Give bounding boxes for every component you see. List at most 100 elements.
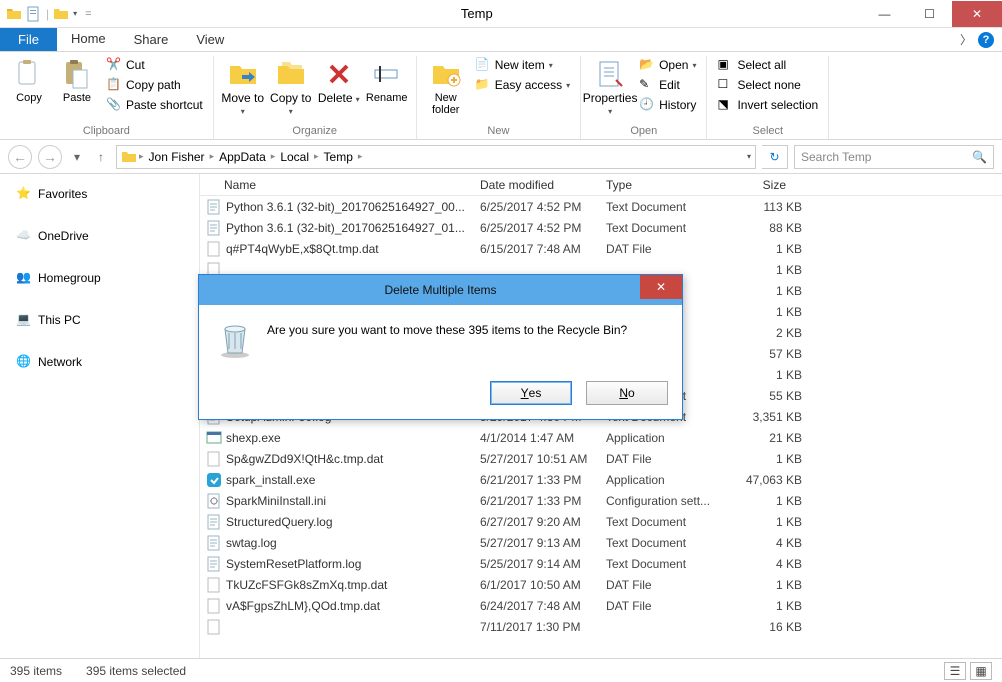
- file-name: Sp&gwZDd9X!QtH&c.tmp.dat: [226, 452, 480, 466]
- file-row[interactable]: q#PT4qWybE,x$8Qt.tmp.dat6/15/2017 7:48 A…: [200, 238, 1002, 259]
- recent-locations-button[interactable]: ▾: [68, 150, 86, 164]
- file-size: 1 KB: [726, 515, 802, 529]
- paste-shortcut-button[interactable]: 📎Paste shortcut: [102, 96, 207, 114]
- file-row[interactable]: spark_install.exe6/21/2017 1:33 PMApplic…: [200, 469, 1002, 490]
- file-row[interactable]: SparkMiniInstall.ini6/21/2017 1:33 PMCon…: [200, 490, 1002, 511]
- recycle-bin-icon: [217, 319, 253, 359]
- delete-button[interactable]: Delete ▾: [316, 56, 362, 105]
- sidebar-thispc[interactable]: 💻 This PC: [16, 308, 199, 332]
- file-row[interactable]: SystemResetPlatform.log5/25/2017 9:14 AM…: [200, 553, 1002, 574]
- sidebar-homegroup[interactable]: 👥 Homegroup: [16, 266, 199, 290]
- file-type: Text Document: [606, 557, 726, 571]
- easy-access-button[interactable]: 📁Easy access ▾: [471, 76, 574, 94]
- copy-path-button[interactable]: 📋Copy path: [102, 76, 207, 94]
- minimize-button[interactable]: —: [862, 1, 907, 27]
- file-type: DAT File: [606, 452, 726, 466]
- delete-dialog: Delete Multiple Items ✕ Are you sure you…: [198, 274, 683, 420]
- new-item-button[interactable]: 📄New item ▾: [471, 56, 574, 74]
- crumb-2[interactable]: Local: [277, 150, 312, 164]
- move-to-button[interactable]: Move to ▾: [220, 56, 266, 117]
- edit-button[interactable]: ✎Edit: [635, 76, 700, 94]
- file-size: 113 KB: [726, 200, 802, 214]
- open-button[interactable]: 📂Open ▾: [635, 56, 700, 74]
- close-button[interactable]: ✕: [952, 1, 1002, 27]
- file-size: 1 KB: [726, 242, 802, 256]
- sidebar-favorites[interactable]: ⭐ Favorites: [16, 182, 199, 206]
- file-type: DAT File: [606, 578, 726, 592]
- select-all-button[interactable]: ▣Select all: [713, 56, 822, 74]
- file-row[interactable]: Sp&gwZDd9X!QtH&c.tmp.dat5/27/2017 10:51 …: [200, 448, 1002, 469]
- help-icon[interactable]: ?: [978, 32, 994, 48]
- titlebar: | ▾ = Temp — ☐ ✕: [0, 0, 1002, 28]
- file-list[interactable]: Python 3.6.1 (32-bit)_20170625164927_00.…: [200, 196, 1002, 658]
- file-icon: [206, 535, 222, 551]
- home-tab[interactable]: Home: [57, 28, 120, 51]
- no-button[interactable]: No: [586, 381, 668, 405]
- search-icon: 🔍: [972, 150, 987, 164]
- details-view-button[interactable]: ☰: [944, 662, 966, 680]
- invert-icon: ⬔: [717, 97, 733, 113]
- yes-button[interactable]: Yes: [490, 381, 572, 405]
- qat-dropdown-icon[interactable]: ▾: [73, 9, 77, 18]
- file-type: Text Document: [606, 515, 726, 529]
- back-button[interactable]: ←: [8, 145, 32, 169]
- col-name[interactable]: Name: [224, 178, 480, 192]
- refresh-button[interactable]: ↻: [762, 145, 788, 169]
- file-row[interactable]: TkUZcFSFGk8sZmXq.tmp.dat6/1/2017 10:50 A…: [200, 574, 1002, 595]
- homegroup-icon: 👥: [16, 270, 32, 286]
- search-input[interactable]: Search Temp 🔍: [794, 145, 994, 169]
- file-tab[interactable]: File: [0, 28, 57, 51]
- column-headers[interactable]: Name Date modified Type Size: [200, 174, 1002, 196]
- breadcrumb[interactable]: ▸ Jon Fisher▸ AppData▸ Local▸ Temp▸ ▾: [116, 145, 756, 169]
- cloud-icon: ☁️: [16, 228, 32, 244]
- file-row[interactable]: StructuredQuery.log6/27/2017 9:20 AMText…: [200, 511, 1002, 532]
- thumbnails-view-button[interactable]: ▦: [970, 662, 992, 680]
- file-date: 6/27/2017 9:20 AM: [480, 515, 606, 529]
- share-tab[interactable]: Share: [120, 28, 183, 51]
- file-row[interactable]: shexp.exe4/1/2014 1:47 AMApplication21 K…: [200, 427, 1002, 448]
- copy-to-button[interactable]: Copy to ▾: [268, 56, 314, 117]
- file-name: SystemResetPlatform.log: [226, 557, 480, 571]
- folder-icon: [6, 6, 22, 22]
- network-icon: 🌐: [16, 354, 32, 370]
- col-type[interactable]: Type: [606, 178, 726, 192]
- edit-icon: ✎: [639, 77, 655, 93]
- history-button[interactable]: 🕘History: [635, 96, 700, 114]
- col-date[interactable]: Date modified: [480, 178, 606, 192]
- dialog-close-button[interactable]: ✕: [640, 275, 682, 299]
- sidebar-onedrive[interactable]: ☁️ OneDrive: [16, 224, 199, 248]
- new-folder-button[interactable]: New folder: [423, 56, 469, 116]
- collapse-ribbon-icon[interactable]: 〉: [960, 31, 972, 48]
- file-date: 6/21/2017 1:33 PM: [480, 494, 606, 508]
- properties-icon[interactable]: [26, 6, 42, 22]
- file-size: 4 KB: [726, 536, 802, 550]
- maximize-button[interactable]: ☐: [907, 1, 952, 27]
- file-row[interactable]: 7/11/2017 1:30 PM16 KB: [200, 616, 1002, 637]
- crumb-0[interactable]: Jon Fisher: [146, 150, 208, 164]
- file-date: 5/27/2017 9:13 AM: [480, 536, 606, 550]
- select-none-button[interactable]: ☐Select none: [713, 76, 822, 94]
- cut-button[interactable]: ✂️Cut: [102, 56, 207, 74]
- navbar: ← → ▾ ↑ ▸ Jon Fisher▸ AppData▸ Local▸ Te…: [0, 140, 1002, 174]
- copy-button[interactable]: Copy: [6, 56, 52, 104]
- rename-button[interactable]: Rename: [364, 56, 410, 104]
- properties-button[interactable]: Properties ▾: [587, 56, 633, 117]
- forward-button[interactable]: →: [38, 145, 62, 169]
- file-icon: [206, 451, 222, 467]
- file-row[interactable]: Python 3.6.1 (32-bit)_20170625164927_00.…: [200, 196, 1002, 217]
- copy-path-icon: 📋: [106, 77, 122, 93]
- new-folder-icon[interactable]: [53, 6, 69, 22]
- crumb-3[interactable]: Temp: [321, 150, 356, 164]
- file-row[interactable]: vA$FgpsZhLM},QOd.tmp.dat6/24/2017 7:48 A…: [200, 595, 1002, 616]
- file-row[interactable]: swtag.log5/27/2017 9:13 AMText Document4…: [200, 532, 1002, 553]
- file-name: q#PT4qWybE,x$8Qt.tmp.dat: [226, 242, 480, 256]
- breadcrumb-dropdown[interactable]: ▾: [747, 152, 751, 161]
- crumb-1[interactable]: AppData: [216, 150, 269, 164]
- file-row[interactable]: Python 3.6.1 (32-bit)_20170625164927_01.…: [200, 217, 1002, 238]
- paste-button[interactable]: Paste: [54, 56, 100, 104]
- up-button[interactable]: ↑: [92, 150, 110, 164]
- sidebar-network[interactable]: 🌐 Network: [16, 350, 199, 374]
- view-tab[interactable]: View: [182, 28, 238, 51]
- invert-selection-button[interactable]: ⬔Invert selection: [713, 96, 822, 114]
- col-size[interactable]: Size: [726, 178, 806, 192]
